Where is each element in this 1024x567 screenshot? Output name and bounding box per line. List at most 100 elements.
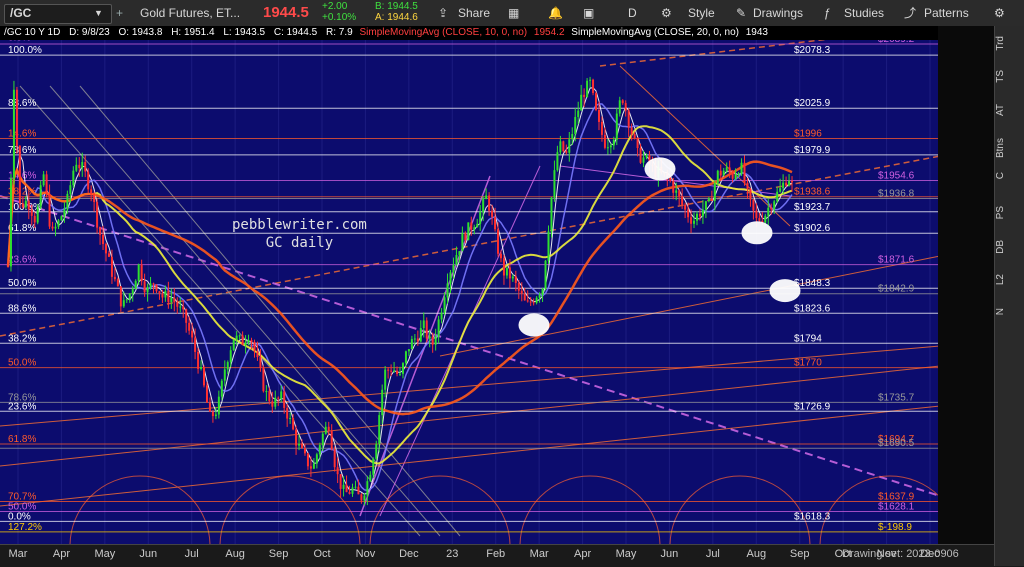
sidebar-tab-l2[interactable]: L2	[995, 274, 1024, 285]
candle-body	[119, 286, 122, 307]
chart-canvas[interactable]: $2089.2$2078.3$2025.9$1996$1979.9$1954.6…	[0, 26, 994, 544]
candle-body	[283, 391, 286, 408]
candle-body	[675, 190, 678, 193]
price-chart[interactable]: $2089.2$2078.3$2025.9$1996$1979.9$1954.6…	[0, 26, 994, 544]
level-label: $2078.3	[794, 45, 831, 56]
fib-label: 78.6%	[8, 145, 36, 156]
candle-body	[488, 195, 491, 211]
fib-label: 23.6%	[8, 401, 36, 412]
sidebar-tab-ts[interactable]: TS	[995, 70, 1024, 83]
symbol-description: Gold Futures, ET...	[140, 6, 241, 20]
candle-body	[51, 226, 54, 229]
candle-body	[621, 100, 624, 104]
candle-body	[684, 204, 687, 210]
candle-body	[176, 302, 179, 307]
candle-body	[259, 357, 262, 368]
candle-body	[755, 210, 758, 219]
candle-body	[758, 218, 761, 221]
candle-body	[75, 164, 78, 171]
sidebar-tab-btns[interactable]: Btns	[995, 138, 1024, 158]
candle-body	[318, 445, 321, 455]
studies-icon[interactable]: ƒ	[824, 0, 831, 26]
candle-body	[505, 267, 508, 276]
sma10-value: 1954.2	[533, 27, 565, 38]
candle-body	[636, 138, 639, 149]
style-icon[interactable]: ⚙	[661, 0, 672, 26]
sidebar-tab-c[interactable]: C	[995, 172, 1024, 179]
timeframe-button[interactable]: D	[628, 0, 637, 26]
time-axis[interactable]: Mar Apr May Jun Jul Aug Sep Oct Nov Dec 23 Feb Mar Ap…	[0, 544, 994, 567]
bell-icon[interactable]: 🔔	[548, 0, 563, 26]
candle-body	[188, 322, 191, 331]
candle-body	[372, 458, 375, 475]
price-axis-panel[interactable]	[938, 26, 994, 544]
level-label: $1823.6	[794, 303, 831, 314]
candle-body	[491, 210, 494, 217]
sidebar-tab-ps[interactable]: PS	[995, 206, 1024, 219]
candle-body	[618, 100, 621, 114]
drawing-set-label[interactable]: Drawing set: 2023-0906	[842, 548, 959, 560]
candle-body	[244, 342, 247, 345]
drawings-button[interactable]: Drawings	[753, 0, 803, 26]
fib-label: 61.8%	[8, 434, 36, 445]
sidebar-tab-at[interactable]: AT	[995, 104, 1024, 116]
layout-icon[interactable]: ▣	[583, 0, 594, 26]
target-ellipse	[741, 221, 773, 245]
candle-body	[15, 89, 18, 146]
candle-body	[360, 494, 363, 501]
candle-body	[378, 415, 381, 445]
watermark-subtitle: GC daily	[265, 235, 334, 251]
candle-body	[464, 233, 467, 241]
candle-body	[247, 340, 250, 343]
candle-body	[339, 474, 342, 489]
candle-body	[434, 336, 437, 345]
plus-icon[interactable]: +	[116, 0, 123, 26]
candle-body	[107, 253, 110, 257]
candle-body	[410, 339, 413, 350]
cycle-arc	[519, 475, 661, 544]
candle-body	[292, 418, 295, 430]
pencil-icon[interactable]: ✎	[736, 0, 746, 26]
candle-body	[167, 290, 170, 303]
patterns-icon[interactable]: ⤴	[904, 0, 916, 26]
candle-body	[737, 174, 740, 176]
candle-body	[645, 155, 648, 158]
settings-icon[interactable]: ⚙	[994, 0, 1005, 26]
candle-body	[63, 209, 66, 217]
grid-icon[interactable]: ▦	[508, 0, 519, 26]
candle-body	[27, 200, 30, 210]
sidebar-tab-trd[interactable]: Trd	[995, 36, 1024, 51]
share-button[interactable]: Share	[458, 0, 490, 26]
candle-body	[740, 162, 743, 175]
candle-body	[39, 185, 42, 207]
candle-body	[60, 216, 63, 221]
info-bar: /GC 10 Y 1D D: 9/8/23 O: 1943.8 H: 1951.…	[0, 26, 938, 40]
chart-symbol: /GC 10 Y 1D	[4, 27, 61, 38]
candle-body	[348, 492, 351, 494]
trendline	[0, 405, 941, 507]
candle-body	[301, 443, 304, 448]
chevron-down-icon[interactable]: ▼	[94, 0, 103, 26]
candle-body	[615, 113, 618, 140]
sidebar-tab-db[interactable]: DB	[995, 240, 1024, 254]
level-label: $1726.9	[794, 401, 831, 412]
candle-body	[547, 231, 550, 261]
candle-body	[639, 148, 642, 163]
candle-body	[303, 447, 306, 454]
cycle-arc	[669, 475, 811, 544]
studies-button[interactable]: Studies	[844, 0, 884, 26]
level-label: $2025.9	[794, 98, 831, 109]
trendline	[79, 85, 461, 537]
level-label: $1936.8	[878, 189, 915, 200]
bar-date: D: 9/8/23	[69, 27, 110, 38]
level-label: $1938.6	[794, 187, 831, 198]
patterns-button[interactable]: Patterns	[924, 0, 969, 26]
style-button[interactable]: Style	[688, 0, 715, 26]
candle-body	[18, 145, 21, 204]
share-icon[interactable]: ⇪	[438, 0, 448, 26]
sidebar-tab-n[interactable]: N	[995, 308, 1024, 315]
candle-body	[357, 486, 360, 495]
candle-body	[713, 183, 716, 201]
candle-body	[425, 320, 428, 339]
candle-body	[128, 293, 131, 300]
